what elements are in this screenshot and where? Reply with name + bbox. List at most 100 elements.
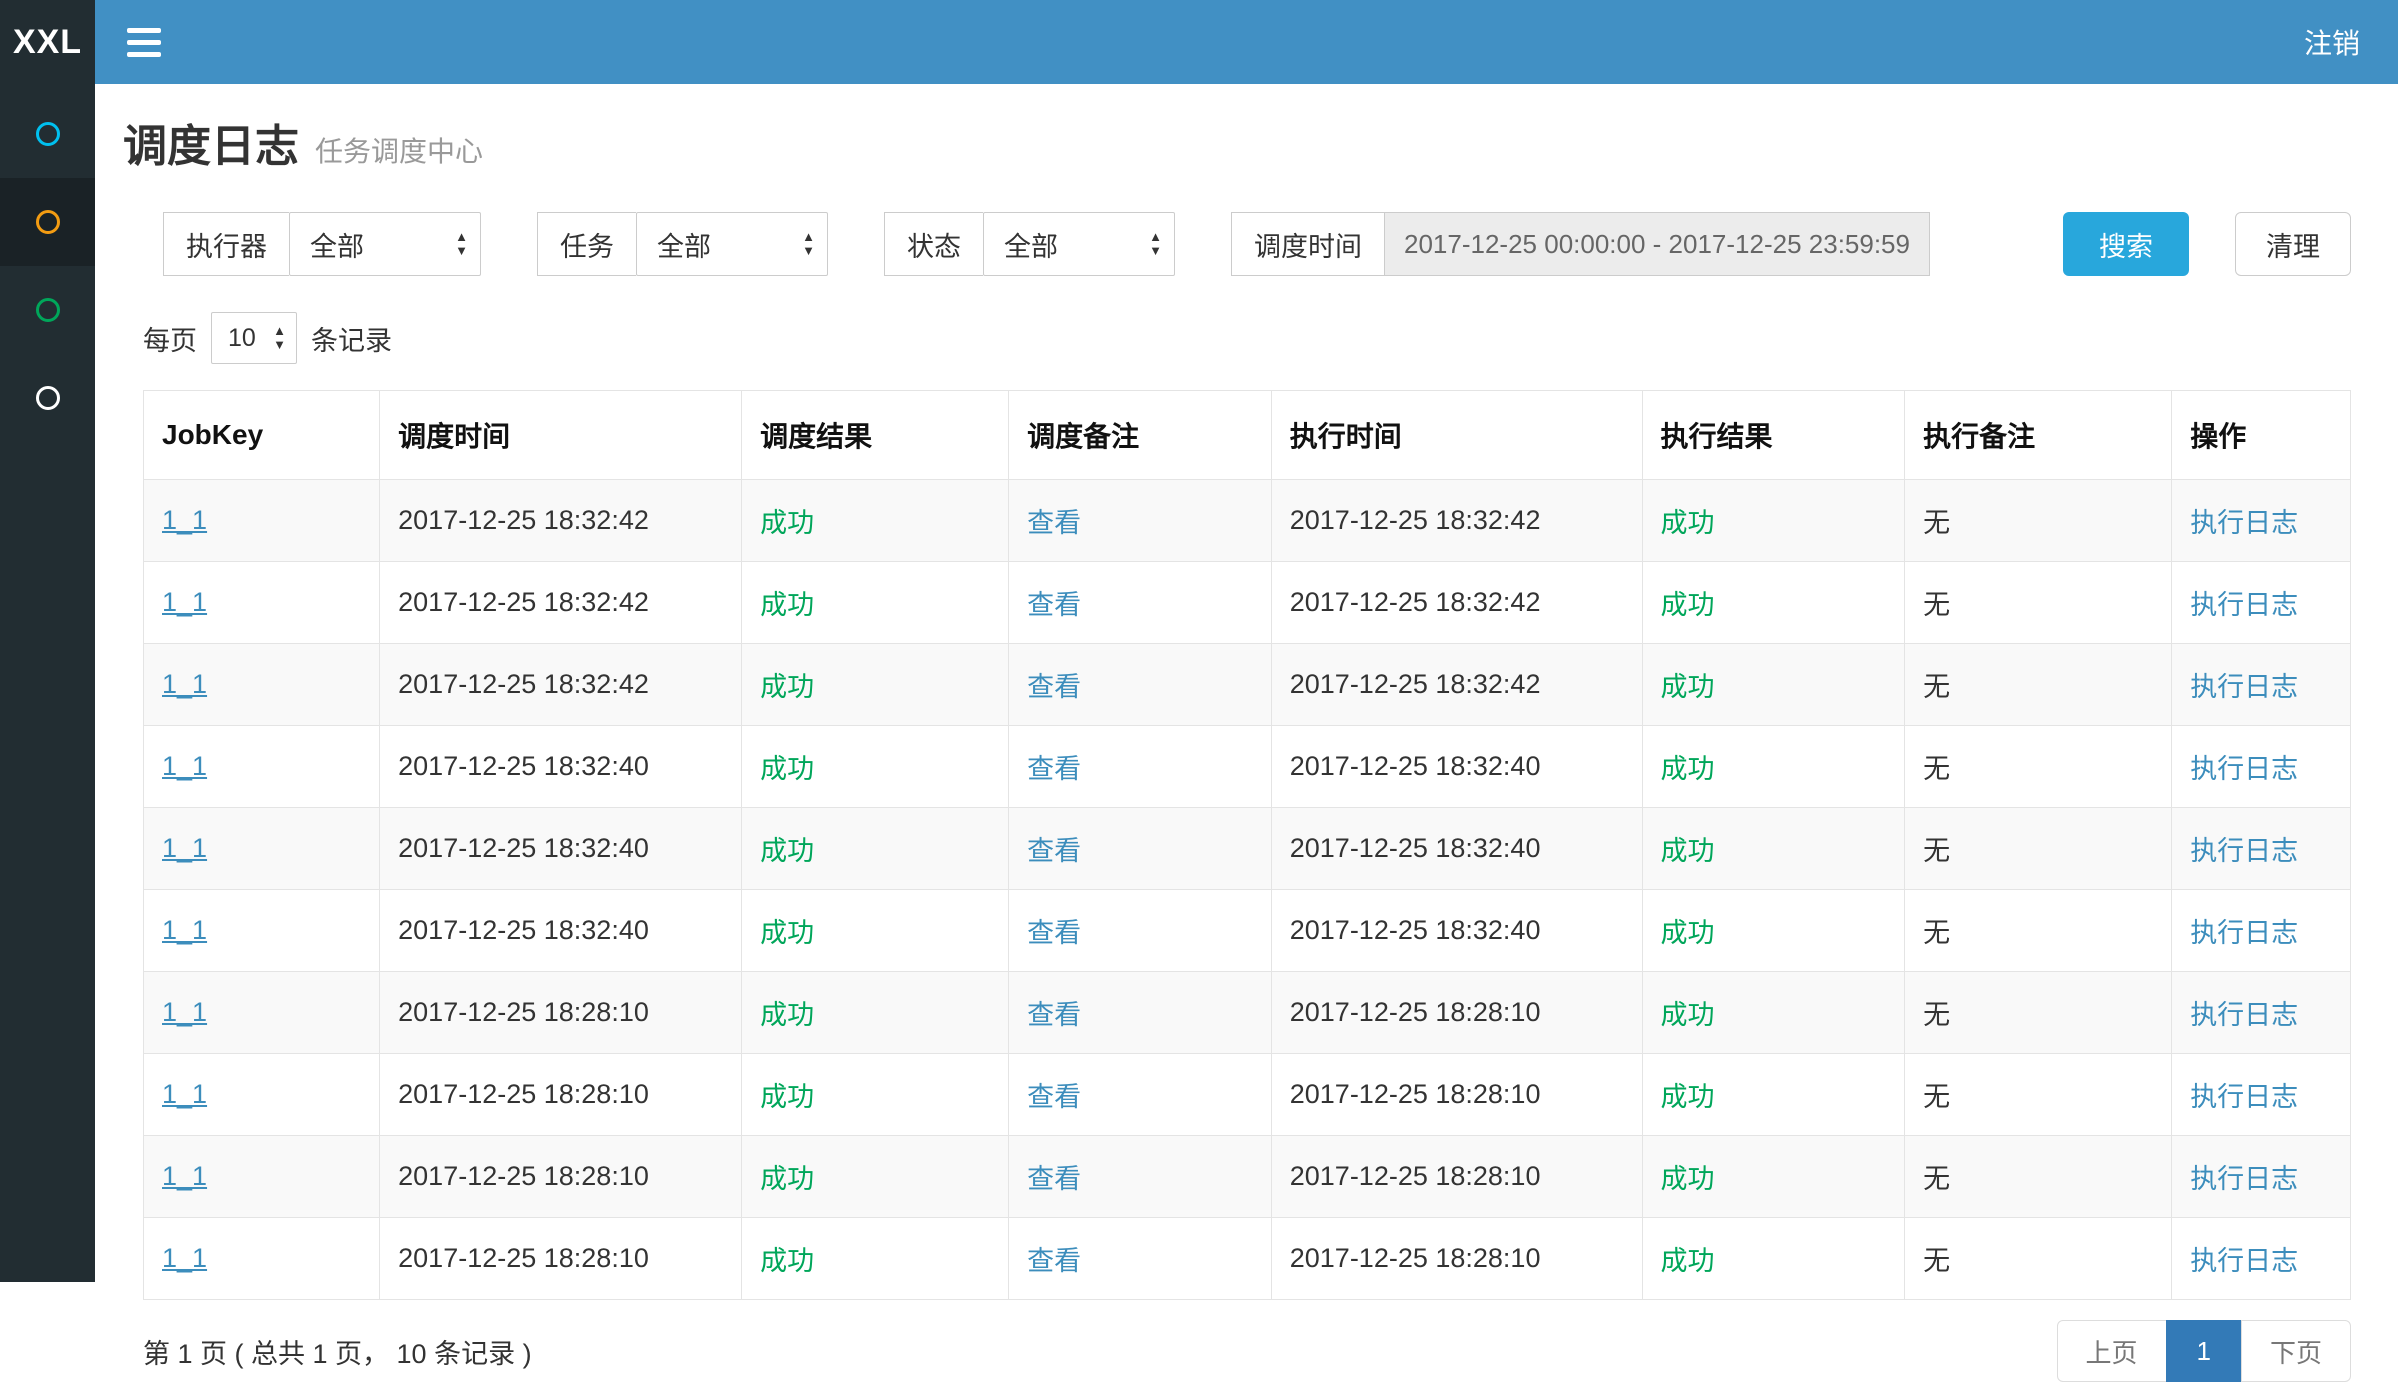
- sidebar: [0, 84, 95, 1282]
- dispatch-time-text: 2017-12-25 18:32:40: [398, 915, 649, 945]
- pagination: 上页 1 下页: [2057, 1320, 2352, 1382]
- exec-remark-text: 无: [1923, 1246, 1950, 1276]
- column-header: 调度结果: [742, 391, 1009, 480]
- exec-log-link[interactable]: 执行日志: [2190, 672, 2298, 702]
- exec-result-text: 成功: [1661, 836, 1715, 866]
- dispatch-result-text: 成功: [760, 672, 814, 702]
- jobkey-link[interactable]: 1_1: [162, 1243, 207, 1273]
- job-label: 任务: [537, 212, 636, 276]
- exec-remark-text: 无: [1923, 754, 1950, 784]
- dispatch-remark-link[interactable]: 查看: [1027, 918, 1081, 948]
- exec-log-link[interactable]: 执行日志: [2190, 1082, 2298, 1112]
- job-select-value: 全部: [657, 225, 711, 264]
- exec-result-text: 成功: [1661, 1000, 1715, 1030]
- exec-time-text: 2017-12-25 18:32:42: [1290, 505, 1541, 535]
- exec-log-link[interactable]: 执行日志: [2190, 508, 2298, 538]
- sidebar-item-3[interactable]: [0, 266, 95, 354]
- table-row: 1_12017-12-25 18:28:10成功查看2017-12-25 18:…: [144, 1218, 2351, 1300]
- filter-status-group: 状态 全部: [884, 212, 1175, 276]
- filter-executor-group: 执行器 全部: [163, 212, 481, 276]
- exec-log-link[interactable]: 执行日志: [2190, 1246, 2298, 1276]
- dispatch-remark-link[interactable]: 查看: [1027, 754, 1081, 784]
- dispatch-remark-link[interactable]: 查看: [1027, 1246, 1081, 1276]
- app-logo[interactable]: XXL: [0, 0, 95, 84]
- dispatch-remark-link[interactable]: 查看: [1027, 672, 1081, 702]
- page-size-select[interactable]: 10: [211, 312, 297, 364]
- dispatch-result-text: 成功: [760, 590, 814, 620]
- top-navbar: XXL 注销: [0, 0, 2398, 84]
- exec-result-text: 成功: [1661, 918, 1715, 948]
- jobkey-link[interactable]: 1_1: [162, 1079, 207, 1109]
- exec-remark-text: 无: [1923, 590, 1950, 620]
- exec-remark-text: 无: [1923, 918, 1950, 948]
- dispatch-time-text: 2017-12-25 18:28:10: [398, 1243, 649, 1273]
- dispatch-time-text: 2017-12-25 18:28:10: [398, 997, 649, 1027]
- table-row: 1_12017-12-25 18:32:40成功查看2017-12-25 18:…: [144, 808, 2351, 890]
- clear-button[interactable]: 清理: [2235, 212, 2351, 276]
- dispatch-time-text: 2017-12-25 18:32:42: [398, 669, 649, 699]
- exec-log-link[interactable]: 执行日志: [2190, 1000, 2298, 1030]
- filter-time-group: 调度时间 2017-12-25 00:00:00 - 2017-12-25 23…: [1231, 212, 1930, 276]
- column-header: 执行结果: [1642, 391, 1905, 480]
- dispatch-remark-link[interactable]: 查看: [1027, 836, 1081, 866]
- table-row: 1_1 2017-12-25 18:32:42 成功 查看 2017-12-25 18:…: [144, 644, 2351, 726]
- exec-log-link[interactable]: 执行日志: [2190, 590, 2298, 620]
- exec-remark-text: 无: [1923, 836, 1950, 866]
- exec-log-link[interactable]: 执行日志: [2190, 1164, 2298, 1194]
- jobkey-link[interactable]: 1_1: [162, 997, 207, 1027]
- current-page-button[interactable]: 1: [2166, 1320, 2242, 1382]
- exec-log-link[interactable]: 执行日志: [2190, 918, 2298, 948]
- sidebar-item-1[interactable]: [0, 90, 95, 178]
- exec-time-text: 2017-12-25 18:32:40: [1290, 833, 1541, 863]
- jobkey-link[interactable]: 1_1: [162, 587, 207, 617]
- jobkey-link[interactable]: 1_1: [162, 669, 207, 699]
- table-row: 1_12017-12-25 18:32:42成功查看2017-12-25 18:…: [144, 480, 2351, 562]
- jobkey-link[interactable]: 1_1: [162, 505, 207, 535]
- log-table-wrap: JobKey调度时间调度结果调度备注执行时间执行结果执行备注操作 1_12017…: [143, 390, 2351, 1300]
- sidebar-item-4[interactable]: [0, 354, 95, 442]
- dispatch-time-text: 2017-12-25 18:32:40: [398, 751, 649, 781]
- column-header: 操作: [2172, 391, 2351, 480]
- exec-result-text: 成功: [1661, 754, 1715, 784]
- exec-time-text: 2017-12-25 18:28:10: [1290, 1079, 1541, 1109]
- exec-time-text: 2017-12-25 18:28:10: [1290, 1243, 1541, 1273]
- search-button[interactable]: 搜索: [2063, 212, 2189, 276]
- page-size-row: 每页 10 条记录: [143, 312, 2351, 364]
- sidebar-toggle-icon[interactable]: [127, 28, 161, 57]
- exec-time-text: 2017-12-25 18:32:42: [1290, 669, 1541, 699]
- page-size-prefix: 每页: [143, 319, 197, 358]
- jobkey-link[interactable]: 1_1: [162, 915, 207, 945]
- table-row: 1_12017-12-25 18:28:10成功查看2017-12-25 18:…: [144, 1136, 2351, 1218]
- table-header-row: JobKey调度时间调度结果调度备注执行时间执行结果执行备注操作: [144, 391, 2351, 480]
- exec-log-link[interactable]: 执行日志: [2190, 836, 2298, 866]
- status-label: 状态: [884, 212, 983, 276]
- dispatch-remark-link[interactable]: 查看: [1027, 1164, 1081, 1194]
- jobkey-link[interactable]: 1_1: [162, 1161, 207, 1191]
- exec-remark-text: 无: [1923, 1000, 1950, 1030]
- dispatch-time-text: 2017-12-25 18:32:42: [398, 505, 649, 535]
- job-select[interactable]: 全部: [636, 212, 828, 276]
- logout-link[interactable]: 注销: [2304, 22, 2360, 62]
- select-arrows-icon: [273, 324, 286, 352]
- jobkey-link[interactable]: 1_1: [162, 833, 207, 863]
- time-range-input[interactable]: 2017-12-25 00:00:00 - 2017-12-25 23:59:5…: [1384, 212, 1930, 276]
- dispatch-remark-link[interactable]: 查看: [1027, 590, 1081, 620]
- column-header: 调度备注: [1009, 391, 1272, 480]
- sidebar-item-2[interactable]: [0, 178, 95, 266]
- dispatch-remark-link[interactable]: 查看: [1027, 1000, 1081, 1030]
- time-label: 调度时间: [1231, 212, 1384, 276]
- exec-time-text: 2017-12-25 18:32:40: [1290, 751, 1541, 781]
- dispatch-remark-link[interactable]: 查看: [1027, 1082, 1081, 1112]
- status-select[interactable]: 全部: [983, 212, 1175, 276]
- main-content: 调度日志 任务调度中心 执行器 全部 任务 全部 状态 全部 调度时间: [95, 84, 2398, 1282]
- circle-outline-icon: [36, 122, 60, 146]
- dispatch-result-text: 成功: [760, 754, 814, 784]
- dispatch-remark-link[interactable]: 查看: [1027, 508, 1081, 538]
- exec-log-link[interactable]: 执行日志: [2190, 754, 2298, 784]
- prev-page-button[interactable]: 上页: [2057, 1320, 2167, 1382]
- executor-label: 执行器: [163, 212, 289, 276]
- jobkey-link[interactable]: 1_1: [162, 751, 207, 781]
- next-page-button[interactable]: 下页: [2241, 1320, 2351, 1382]
- executor-select[interactable]: 全部: [289, 212, 481, 276]
- hamburger-bar: [127, 52, 161, 57]
